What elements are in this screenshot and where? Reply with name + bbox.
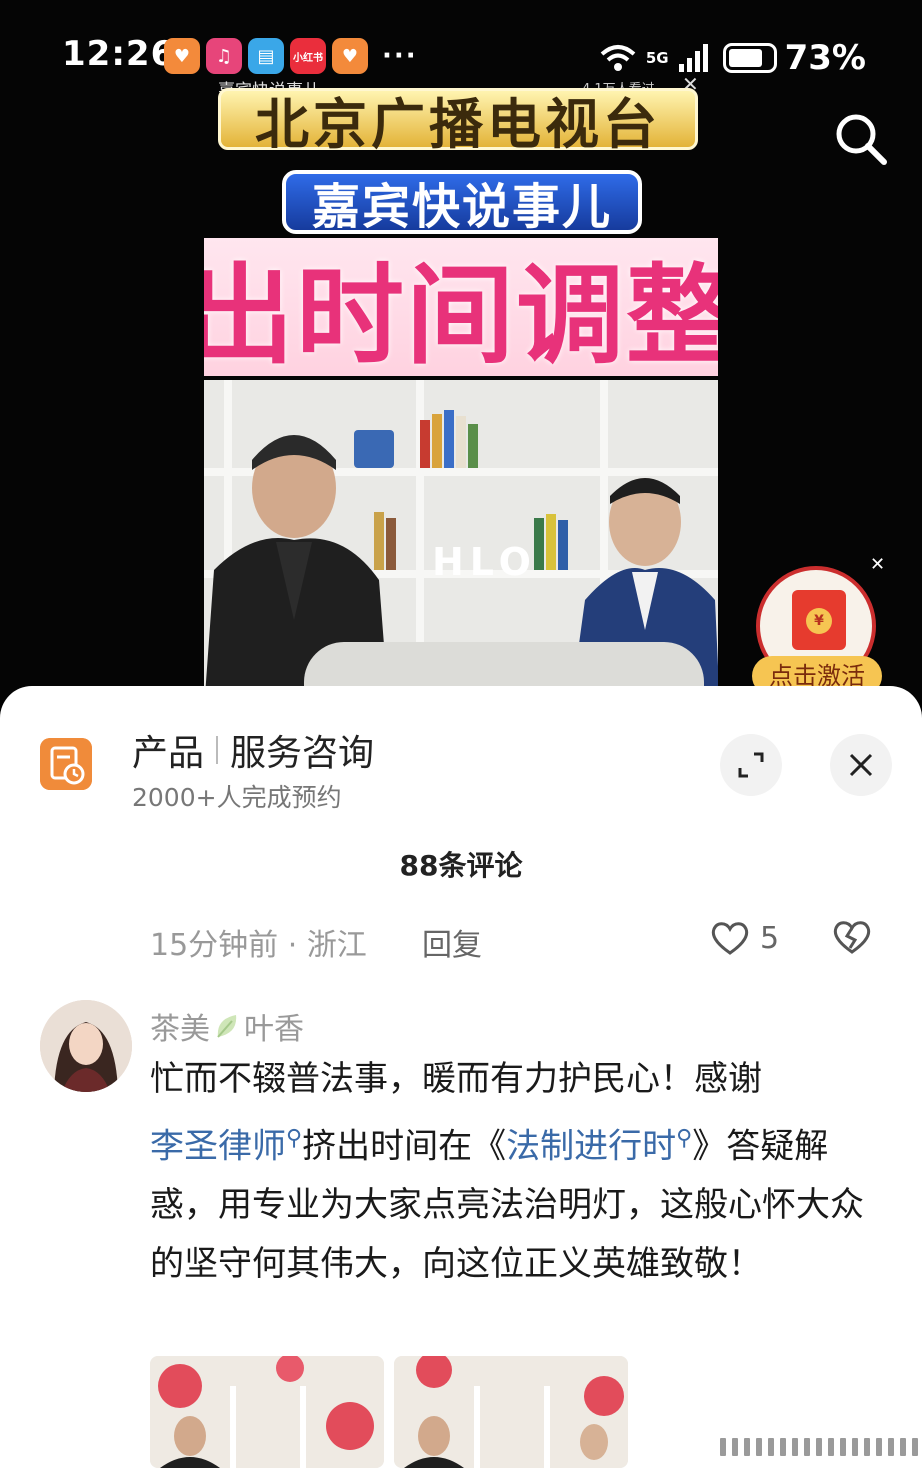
heart-app-icon-2: ♥ (332, 38, 368, 74)
status-time: 12:26 (62, 34, 176, 74)
comment-image-1[interactable] (150, 1356, 384, 1468)
search-link-icon: ⚲ (286, 1126, 303, 1151)
battery-percent: 73% (784, 38, 866, 78)
ad-subtitle: 2000+人完成预约 (132, 783, 342, 812)
search-icon[interactable] (832, 110, 890, 168)
comment-time: 15分钟前 (150, 928, 279, 963)
comment-meta: 15分钟前 · 浙江 (150, 928, 367, 963)
book-app-icon: ▤ (248, 38, 284, 74)
ad-title-part2: 服务咨询 (230, 733, 375, 774)
network-type: 5G (645, 49, 669, 67)
ad-title[interactable]: 产品 服务咨询 (132, 724, 374, 776)
heart-app-icon: ♥ (164, 38, 200, 74)
comment-text: 忙而不辍普法事，暖而有力护民心！感谢 李圣律师⚲挤出时间在《法制进行时⚲》答疑解… (150, 1059, 864, 1285)
search-link-icon: ⚲ (676, 1126, 693, 1151)
music-app-icon: ♫ (206, 38, 242, 74)
comment-image-2[interactable] (394, 1356, 628, 1468)
comment-sheet: 产品 服务咨询 2000+人完成预约 88条评论 15分钟前 · 浙江 回复 5 (0, 686, 922, 1468)
xiaohongshu-app-icon: 小红书 (290, 38, 326, 74)
booking-icon (40, 738, 92, 790)
video-banner: 出时间调整 (204, 238, 718, 376)
ad-title-divider (216, 736, 219, 764)
avatar-image (40, 1000, 132, 1092)
banner-text: 出时间调整 (204, 254, 718, 376)
redpacket-close-icon[interactable]: ✕ (870, 554, 885, 575)
ad-title-part1: 产品 (132, 733, 205, 774)
reply-button[interactable]: 回复 (422, 920, 482, 964)
show-title: 嘉宾快说事儿 (282, 170, 642, 235)
expand-button[interactable] (720, 734, 782, 796)
close-icon (849, 753, 873, 777)
comment-count: 88条评论 (399, 849, 523, 882)
studio-scene: HLO (204, 380, 718, 700)
like-count: 5 (760, 920, 780, 956)
broken-heart-icon[interactable] (832, 918, 872, 956)
notification-apps: ♥ ♫ ▤ 小红书 ♥ ··· (164, 38, 418, 74)
avatar[interactable] (40, 1000, 132, 1092)
more-notifications-icon: ··· (382, 41, 418, 71)
studio-logo: HLO (432, 540, 537, 584)
image-thumbnail (150, 1356, 384, 1468)
system-nav-bar (720, 1438, 922, 1456)
battery-icon (722, 43, 777, 73)
heart-icon (711, 922, 749, 955)
program-link[interactable]: 法制进行时 (506, 1126, 676, 1166)
video-player[interactable]: 12:26 ♥ ♫ ▤ 小红书 ♥ ··· 5G 73% ✕ 北京广播电视台 嘉… (0, 0, 922, 700)
comment-username[interactable]: 茶美 叶香 (150, 1004, 304, 1048)
image-thumbnail (394, 1356, 628, 1468)
status-bar: 12:26 ♥ ♫ ▤ 小红书 ♥ ··· 5G 73% (0, 0, 922, 110)
leaf-icon (217, 1015, 237, 1038)
comment-location: 浙江 (306, 928, 367, 963)
wifi-icon (600, 45, 636, 71)
coin-icon: ¥ (806, 608, 832, 634)
like-button[interactable]: 5 (710, 920, 779, 956)
signal-icon (678, 44, 708, 72)
lawyer-link[interactable]: 李圣律师 (150, 1126, 286, 1166)
expand-icon (738, 752, 764, 778)
close-button[interactable] (830, 734, 892, 796)
